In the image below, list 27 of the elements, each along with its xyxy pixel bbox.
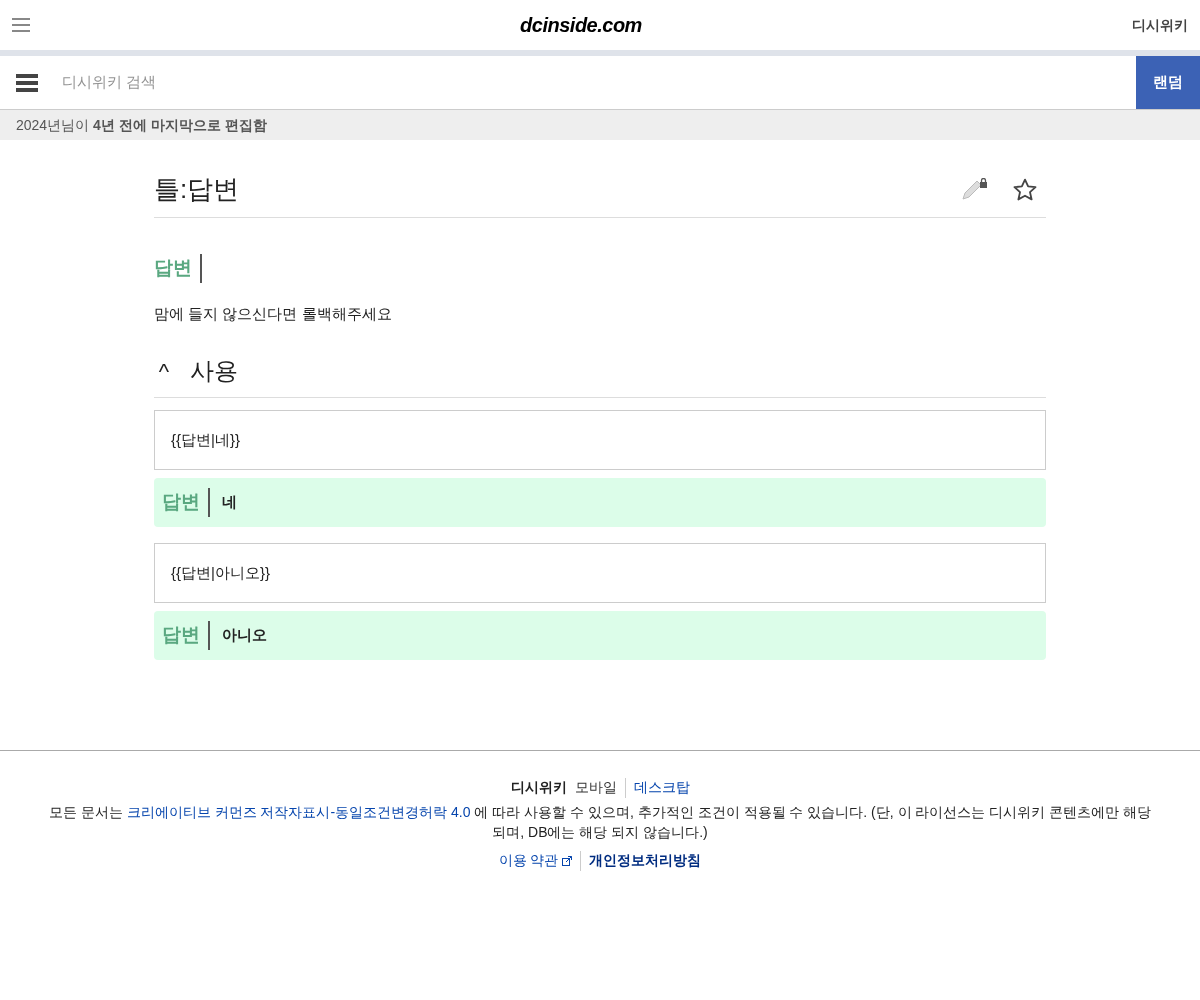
template-label: 답변 bbox=[154, 254, 202, 283]
section-toggle[interactable]: ^ bbox=[154, 354, 174, 388]
section-heading: 사용 bbox=[190, 356, 238, 386]
edit-notice: 2024년님이 4년 전에 마지막으로 편집함 bbox=[16, 115, 267, 135]
license-text: 모든 문서는 크리에이티브 커먼즈 저작자표시-동일조건변경허락 4.0 에 따라 사용할 수 있으며, 추가적인 조건이 적용될 수 있습니다. (단, 이 라이선스는 디시위키 콘텐츠에만 해당되며, DB에는 해당 되지 않습니다.) bbox=[47, 803, 1153, 842]
template-label: 답변 bbox=[162, 621, 210, 650]
footer-link[interactable]: 이용 약관 bbox=[498, 850, 573, 871]
footer-site-name: 디시위키 bbox=[510, 778, 567, 797]
license-link[interactable]: 크리에이티브 커먼즈 저작자표시-동일조건변경허락 4.0 bbox=[126, 804, 471, 820]
external-link-icon bbox=[562, 855, 573, 866]
menu-icon[interactable] bbox=[16, 73, 38, 92]
code-block: {{답변|네}} bbox=[154, 410, 1046, 470]
star-icon[interactable] bbox=[1012, 176, 1038, 203]
locked-pencil-icon[interactable] bbox=[960, 177, 988, 202]
view-mode-link[interactable]: 데스크탑 bbox=[633, 777, 690, 798]
template-label: 답변 bbox=[162, 488, 210, 517]
answer-text: 네 bbox=[222, 492, 237, 513]
answer-text: 아니오 bbox=[222, 625, 267, 646]
view-mode-link[interactable]: 모바일 bbox=[574, 777, 617, 798]
site-logo[interactable]: dcinside.com bbox=[520, 10, 642, 40]
wiki-link[interactable]: 디시위키 bbox=[1132, 14, 1188, 36]
footer-link[interactable]: 개인정보처리방침 bbox=[589, 850, 702, 871]
description: 맘에 들지 않으신다면 롤백해주세요 bbox=[154, 303, 393, 324]
code-block: {{답변|아니오}} bbox=[154, 543, 1046, 603]
page-title: 틀:답변 bbox=[154, 173, 240, 206]
search-field[interactable]: 디시위키 검색 bbox=[54, 56, 1136, 109]
random-button[interactable]: 랜덤 bbox=[1136, 56, 1200, 109]
